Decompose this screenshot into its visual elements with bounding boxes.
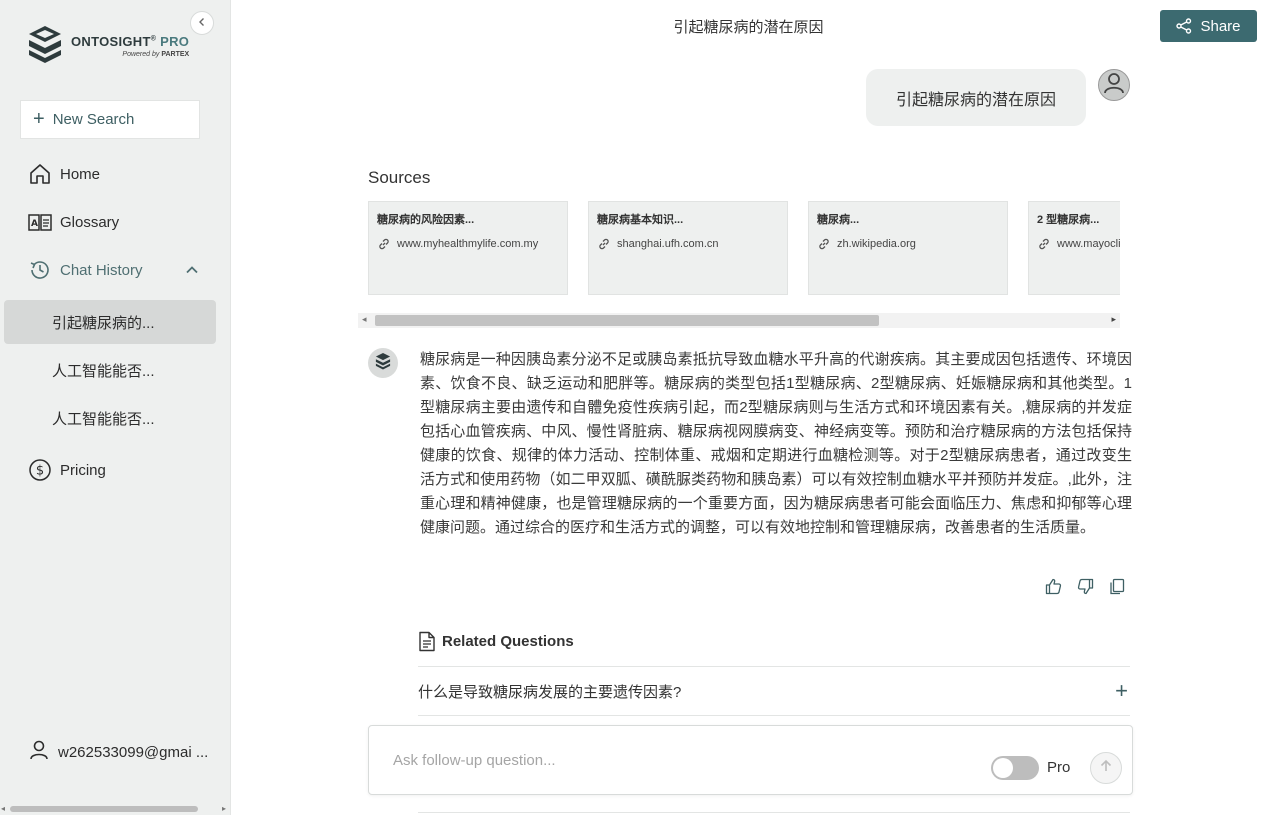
link-icon <box>597 237 611 251</box>
source-url: www.mayoclinic.org <box>1057 238 1120 250</box>
nav-glossary[interactable]: A Glossary <box>28 210 119 234</box>
scroll-left-arrow-icon[interactable]: ◂ <box>1 804 5 813</box>
source-url: zh.wikipedia.org <box>837 238 916 250</box>
link-icon <box>377 237 391 251</box>
clock-history-icon <box>28 258 52 282</box>
nav-pricing-label: Pricing <box>60 461 106 479</box>
plus-icon[interactable]: + <box>1115 678 1128 704</box>
dollar-circle-icon: $ <box>28 458 52 482</box>
collapse-sidebar-button[interactable] <box>190 11 214 35</box>
svg-text:$: $ <box>36 464 44 479</box>
scroll-right-arrow-icon[interactable]: ▸ <box>1111 314 1116 325</box>
history-item-label: 人工智能能否... <box>52 362 155 380</box>
brand-tagline: Powered by PARTEX <box>122 51 190 58</box>
divider <box>418 715 1130 716</box>
scrollbar-thumb[interactable] <box>375 315 879 326</box>
sidebar: ONTOSIGHT® PRO Powered by PARTEX + New S… <box>0 0 231 815</box>
source-title: 糖尿病的风险因素... <box>377 214 475 226</box>
answer-actions <box>1044 577 1126 595</box>
divider <box>418 666 1130 667</box>
source-title: 糖尿病... <box>817 214 860 226</box>
send-button[interactable] <box>1090 752 1122 784</box>
history-item-label: 人工智能能否... <box>52 410 155 428</box>
user-message: 引起糖尿病的潜在原因 <box>866 69 1086 126</box>
plus-icon: + <box>33 108 45 130</box>
nav-chat-history-label: Chat History <box>60 261 143 279</box>
home-icon <box>28 162 52 186</box>
share-icon <box>1176 18 1192 34</box>
app-logo[interactable]: ONTOSIGHT® PRO Powered by PARTEX <box>27 24 189 69</box>
history-item[interactable]: 人工智能能否... <box>4 396 216 440</box>
chevron-up-icon[interactable] <box>186 262 198 279</box>
source-card[interactable]: 糖尿病... zh.wikipedia.org <box>808 201 1008 295</box>
new-search-button[interactable]: + New Search <box>20 100 200 139</box>
sources-carousel: 糖尿病的风险因素... www.myhealthmylife.com.my 糖尿… <box>368 201 1120 297</box>
link-icon <box>817 237 831 251</box>
glossary-book-icon: A <box>28 210 52 234</box>
chevron-left-icon <box>197 14 207 32</box>
sidebar-horizontal-scrollbar[interactable]: ◂ ▸ <box>0 803 231 815</box>
related-questions-title: Related Questions <box>442 633 574 650</box>
follow-up-input[interactable] <box>393 749 953 771</box>
source-title: 2 型糖尿病... <box>1037 214 1100 226</box>
nav-home-label: Home <box>60 165 101 183</box>
assistant-answer: 糖尿病是一种因胰岛素分泌不足或胰岛素抵抗导致血糖水平升高的代谢疾病。其主要成因包… <box>420 351 1132 536</box>
source-title: 糖尿病基本知识... <box>597 214 684 226</box>
user-avatar-icon <box>1103 71 1125 100</box>
avatar <box>1098 69 1130 101</box>
thumbs-up-icon[interactable] <box>1044 577 1062 595</box>
share-label: Share <box>1200 17 1241 35</box>
user-email: w262533099@gmai ... <box>58 743 209 761</box>
related-question-text: 什么是导致糖尿病发展的主要遗传因素? <box>418 683 682 701</box>
history-item-label: 引起糖尿病的... <box>52 314 155 332</box>
copy-icon[interactable] <box>1108 577 1126 595</box>
sources-scrollbar[interactable]: ◂ ▸ <box>358 313 1120 328</box>
nav-pricing[interactable]: $ Pricing <box>28 458 106 482</box>
history-item[interactable]: 引起糖尿病的... <box>4 300 216 344</box>
nav-chat-history[interactable]: Chat History <box>28 258 198 282</box>
new-search-label: New Search <box>52 111 135 128</box>
follow-up-composer: Pro <box>368 725 1133 795</box>
document-icon <box>418 631 436 652</box>
link-icon <box>1037 237 1051 251</box>
user-account[interactable]: w262533099@gmai ... <box>30 740 208 764</box>
logo-icon <box>375 352 391 375</box>
source-card[interactable]: 糖尿病的风险因素... www.myhealthmylife.com.my <box>368 201 568 295</box>
source-card[interactable]: 糖尿病基本知识... shanghai.ufh.com.cn <box>588 201 788 295</box>
source-url: www.myhealthmylife.com.my <box>397 238 539 250</box>
scrollbar-thumb[interactable] <box>10 806 198 812</box>
scroll-right-arrow-icon[interactable]: ▸ <box>222 804 226 813</box>
nav-glossary-label: Glossary <box>60 213 120 231</box>
user-message-text: 引起糖尿病的潜在原因 <box>895 91 1056 109</box>
related-questions-header: Related Questions <box>418 631 574 652</box>
divider <box>418 812 1130 813</box>
assistant-avatar <box>368 348 398 378</box>
source-url: shanghai.ufh.com.cn <box>617 238 719 250</box>
nav-home[interactable]: Home <box>28 162 100 186</box>
pro-label: Pro <box>1047 759 1071 776</box>
logo-icon <box>27 24 63 69</box>
user-icon <box>30 740 48 764</box>
pro-toggle[interactable] <box>991 756 1039 780</box>
brand-name: ONTOSIGHT® PRO <box>71 34 190 49</box>
toggle-knob <box>993 758 1013 778</box>
related-question-item[interactable]: 什么是导致糖尿病发展的主要遗传因素? + <box>418 678 1130 704</box>
history-item[interactable]: 人工智能能否... <box>4 348 216 392</box>
sources-title: Sources <box>368 168 431 187</box>
page-title: 引起糖尿病的潜在原因 <box>673 19 824 36</box>
share-button[interactable]: Share <box>1160 10 1257 42</box>
scroll-left-arrow-icon[interactable]: ◂ <box>362 314 367 325</box>
svg-text:A: A <box>31 219 38 229</box>
thumbs-down-icon[interactable] <box>1076 577 1094 595</box>
source-card[interactable]: 2 型糖尿病... www.mayoclinic.org <box>1028 201 1120 295</box>
arrow-up-icon <box>1099 759 1113 778</box>
